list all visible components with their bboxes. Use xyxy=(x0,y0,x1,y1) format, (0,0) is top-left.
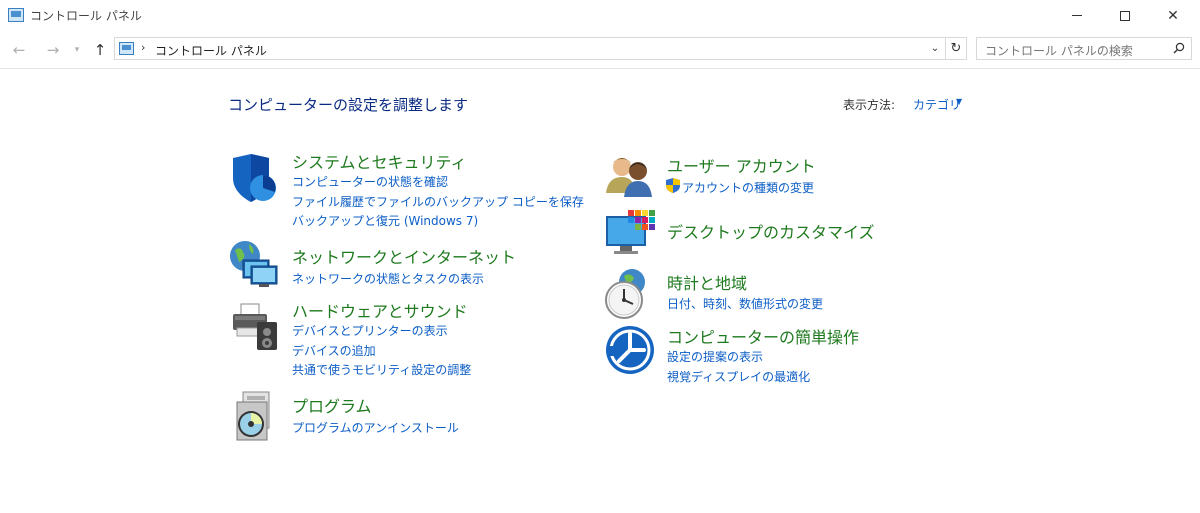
uac-shield-icon xyxy=(666,178,680,193)
shield-icon[interactable] xyxy=(229,152,281,204)
refresh-button[interactable]: ↻ xyxy=(946,37,967,60)
network-globe-icon[interactable] xyxy=(229,238,281,290)
category-title[interactable]: ハードウェアとサウンド xyxy=(292,298,468,322)
chevron-down-icon: ⌄ xyxy=(930,43,940,54)
link-mobility-settings[interactable]: 共通で使うモビリティ設定の調整 xyxy=(292,361,471,378)
view-by-dropdown[interactable]: カテゴリ xyxy=(913,96,961,113)
navigation-bar: ← → ▾ ↑ › コントロール パネル ⌄ ↻ コントロール パネルの検索 xyxy=(0,31,1200,69)
minimize-icon xyxy=(1072,15,1082,16)
recent-locations-button[interactable]: ▾ xyxy=(70,39,84,61)
close-button[interactable]: ✕ xyxy=(1150,0,1196,31)
back-button[interactable]: ← xyxy=(8,39,30,61)
forward-button[interactable]: → xyxy=(42,39,64,61)
page-title: コンピューターの設定を調整します xyxy=(228,96,469,114)
link-optimize-display[interactable]: 視覚ディスプレイの最適化 xyxy=(667,368,810,385)
arrow-right-icon: → xyxy=(46,41,60,59)
search-icon[interactable] xyxy=(1173,42,1185,54)
link-backup-restore[interactable]: バックアップと復元 (Windows 7) xyxy=(292,212,478,229)
category-title[interactable]: プログラム xyxy=(292,393,372,417)
arrow-up-icon: ↑ xyxy=(93,41,107,59)
link-date-time-format[interactable]: 日付、時刻、数値形式の変更 xyxy=(667,295,823,312)
link-add-device[interactable]: デバイスの追加 xyxy=(292,342,376,359)
breadcrumb-separator-icon[interactable]: › xyxy=(141,41,145,54)
arrow-left-icon: ← xyxy=(12,41,26,59)
title-bar: コントロール パネル ✕ xyxy=(0,0,1200,31)
link-devices-printers[interactable]: デバイスとプリンターの表示 xyxy=(292,322,448,339)
clock-globe-icon[interactable] xyxy=(604,268,656,320)
search-box[interactable]: コントロール パネルの検索 xyxy=(976,37,1192,60)
up-button[interactable]: ↑ xyxy=(90,39,110,61)
caret-down-icon[interactable]: ▼ xyxy=(956,97,962,106)
link-network-status[interactable]: ネットワークの状態とタスクの表示 xyxy=(292,270,484,287)
view-by-label: 表示方法: xyxy=(843,98,896,112)
refresh-icon: ↻ xyxy=(950,41,962,56)
link-uninstall-program[interactable]: プログラムのアンインストール xyxy=(292,419,459,436)
search-input[interactable]: コントロール パネルの検索 xyxy=(985,42,1133,59)
category-title[interactable]: システムとセキュリティ xyxy=(292,149,467,173)
ease-of-access-icon[interactable] xyxy=(604,324,656,376)
address-dropdown-button[interactable]: ⌄ xyxy=(927,40,943,57)
link-file-history[interactable]: ファイル履歴でファイルのバックアップ コピーを保存 xyxy=(292,193,584,210)
link-change-account-type[interactable]: アカウントの種類の変更 xyxy=(682,179,814,196)
category-title[interactable]: 時計と地域 xyxy=(667,270,747,294)
link-suggested-settings[interactable]: 設定の提案の表示 xyxy=(667,348,763,365)
maximize-button[interactable] xyxy=(1102,0,1148,31)
window-title: コントロール パネル xyxy=(30,9,142,23)
address-bar[interactable]: › コントロール パネル ⌄ xyxy=(114,37,946,60)
maximize-icon xyxy=(1120,10,1130,21)
category-title[interactable]: ネットワークとインターネット xyxy=(292,244,516,268)
programs-disc-icon[interactable] xyxy=(229,390,281,442)
control-panel-icon xyxy=(8,8,24,22)
minimize-button[interactable] xyxy=(1054,0,1100,31)
users-icon[interactable] xyxy=(604,151,656,203)
category-title[interactable]: ユーザー アカウント xyxy=(667,153,816,177)
category-title[interactable]: コンピューターの簡単操作 xyxy=(667,324,859,348)
breadcrumb-control-panel[interactable]: コントロール パネル xyxy=(155,42,267,59)
monitor-palette-icon[interactable] xyxy=(604,208,656,260)
close-icon: ✕ xyxy=(1167,7,1179,24)
chevron-down-icon: ▾ xyxy=(74,45,80,55)
control-panel-icon xyxy=(119,42,134,55)
category-title[interactable]: デスクトップのカスタマイズ xyxy=(667,219,875,243)
printer-speaker-icon[interactable] xyxy=(229,300,281,352)
link-check-status[interactable]: コンピューターの状態を確認 xyxy=(292,173,448,190)
